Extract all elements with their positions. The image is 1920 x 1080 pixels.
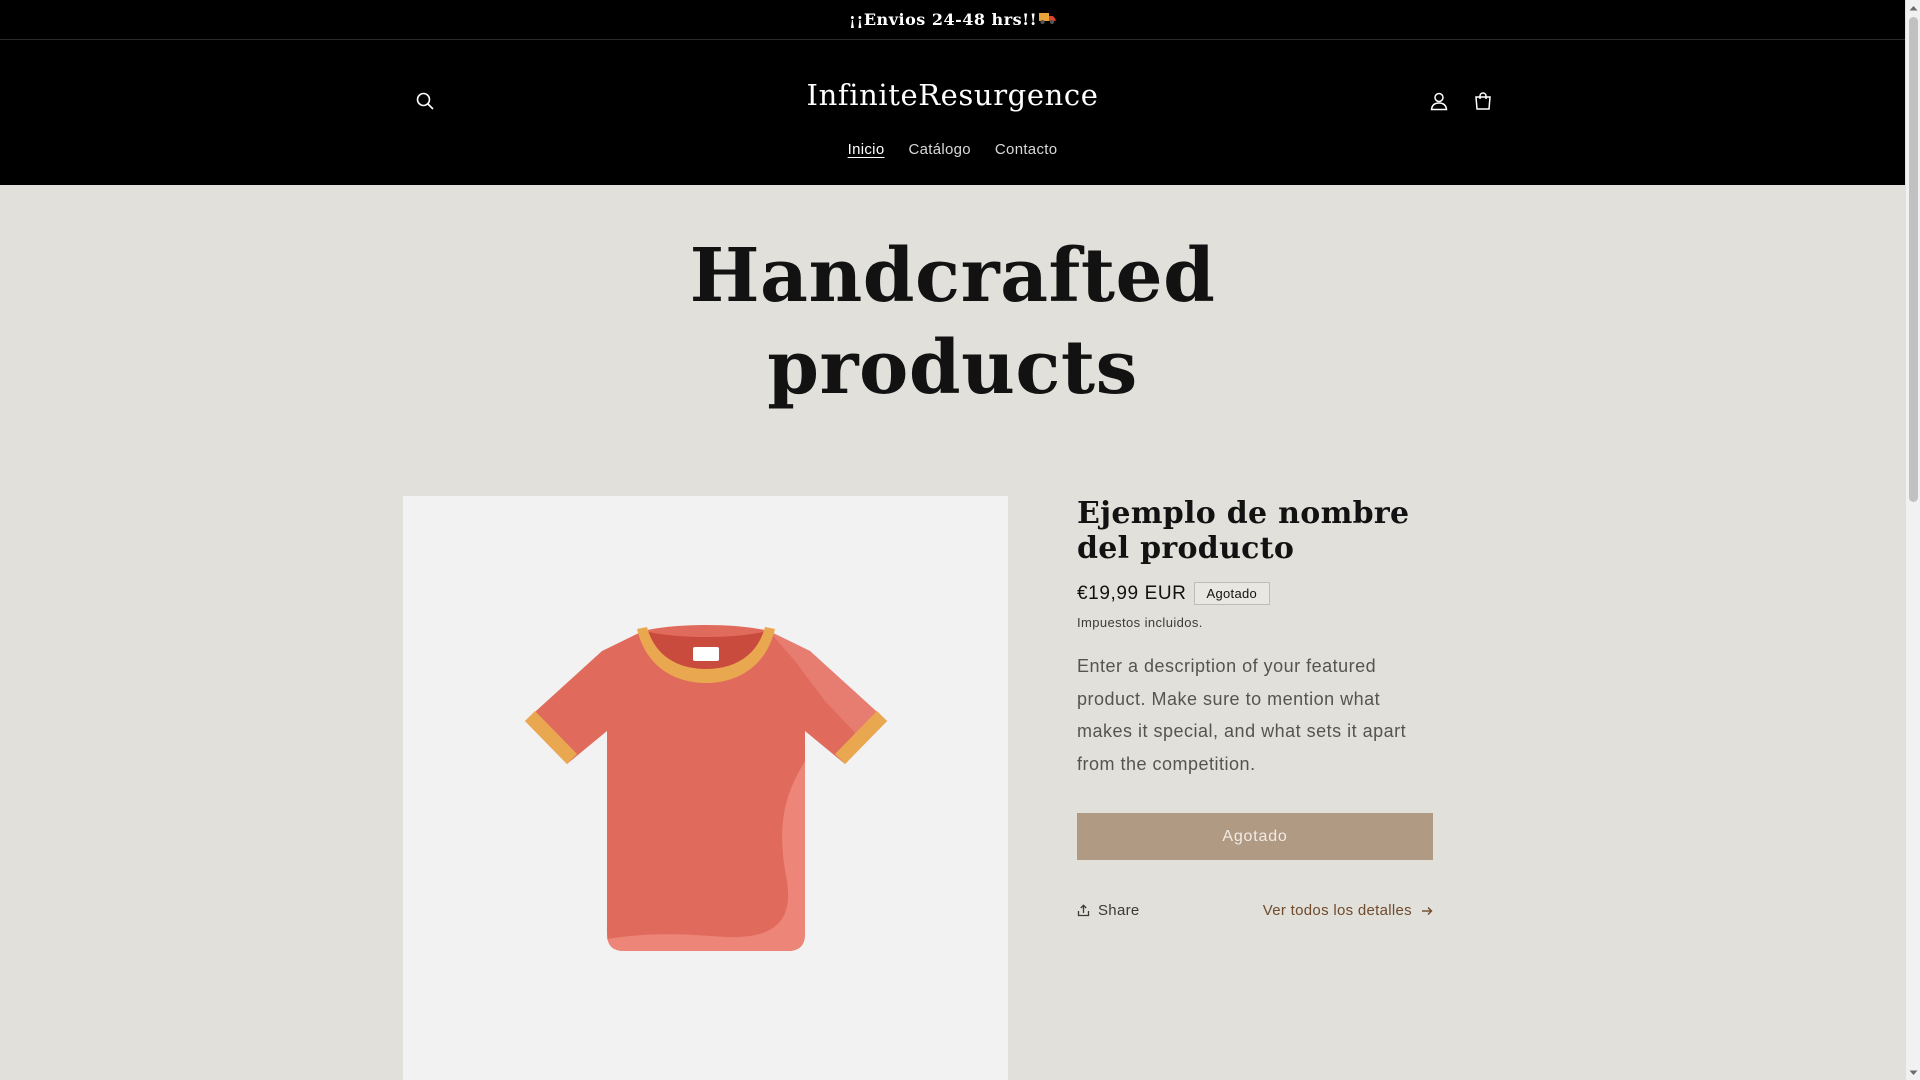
nav-item-inicio[interactable]: Inicio <box>836 141 897 158</box>
scrollbar[interactable] <box>1905 0 1920 1080</box>
product-description: Enter a description of your featured pro… <box>1077 656 1407 774</box>
cart-icon <box>1475 92 1491 110</box>
header-icons <box>1422 84 1500 118</box>
product-info: Ejemplo de nombre del producto €19,99 EU… <box>1077 496 1437 919</box>
main-nav: Inicio Catálogo Contacto <box>0 141 1905 158</box>
product-image[interactable] <box>403 496 1008 1080</box>
share-button[interactable]: Share <box>1077 902 1140 919</box>
tshirt-image <box>525 625 887 951</box>
scroll-up-arrow-icon[interactable] <box>1906 0 1920 15</box>
scroll-down-arrow-icon[interactable] <box>1906 1065 1920 1080</box>
truck-icon <box>1039 11 1056 29</box>
product-title: Ejemplo de nombre del producto <box>1077 496 1410 566</box>
account-button[interactable] <box>1422 84 1456 118</box>
account-icon <box>1430 92 1448 111</box>
view-details-label: Ver todos los detalles <box>1262 902 1412 919</box>
tax-note: Impuestos incluidos. <box>1077 615 1203 630</box>
share-label: Share <box>1098 902 1140 919</box>
scrollbar-thumb[interactable] <box>1909 17 1918 502</box>
site-logo[interactable]: InfiniteResurgence <box>0 78 1905 112</box>
nav-item-catalogo[interactable]: Catálogo <box>896 141 982 158</box>
announcement-bar: ¡¡Envios 24-48 hrs!! <box>0 0 1905 40</box>
arrow-right-icon <box>1422 906 1433 915</box>
view-details-link[interactable]: Ver todos los detalles <box>1263 902 1433 919</box>
product-price: €19,99 EUR <box>1077 582 1187 604</box>
hero-line-2: products <box>767 325 1138 411</box>
hero-line-1: Handcrafted <box>689 233 1216 319</box>
sold-out-badge: Agotado <box>1193 582 1271 605</box>
cart-button[interactable] <box>1466 84 1500 118</box>
site-header: InfiniteResurgence Inicio Catálogo Conta… <box>0 40 1905 185</box>
hero-heading: Handcrafted products <box>0 230 1905 414</box>
price-row: €19,99 EUR Agotado <box>1077 582 1437 605</box>
share-icon <box>1077 904 1090 917</box>
share-row: Share Ver todos los detalles <box>1077 902 1433 919</box>
page: ¡¡Envios 24-48 hrs!! InfiniteResurgence <box>0 0 1905 1080</box>
nav-item-contacto[interactable]: Contacto <box>983 141 1069 158</box>
sold-out-button[interactable]: Agotado <box>1077 813 1433 860</box>
announcement-text: ¡¡Envios 24-48 hrs!! <box>848 10 1038 29</box>
